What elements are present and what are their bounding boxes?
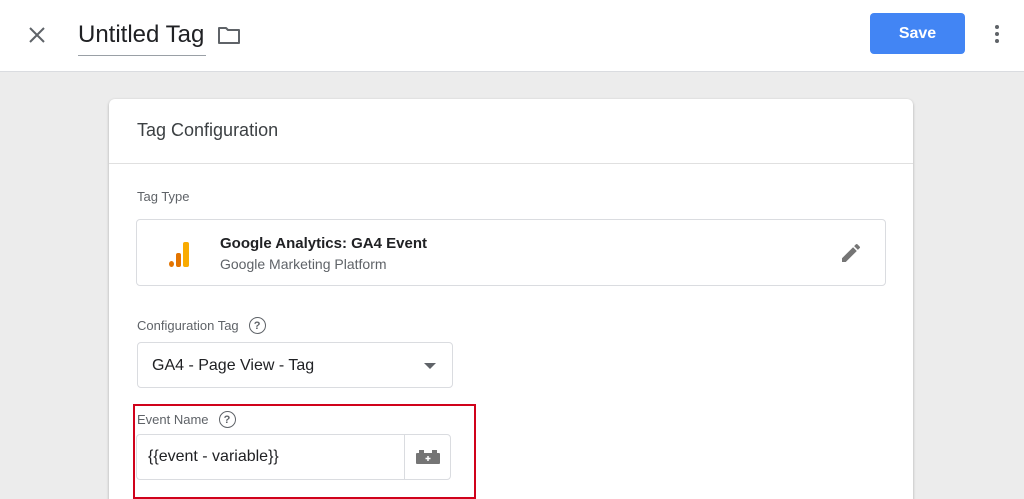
folder-icon bbox=[218, 27, 240, 44]
card-header: Tag Configuration bbox=[109, 99, 913, 164]
save-button[interactable]: Save bbox=[870, 13, 965, 54]
help-icon[interactable]: ? bbox=[248, 317, 266, 334]
more-options-button[interactable] bbox=[986, 20, 1008, 48]
tag-title[interactable]: Untitled Tag bbox=[78, 18, 207, 56]
top-bar: Untitled Tag Save bbox=[0, 0, 1024, 72]
tag-type-name: Google Analytics: GA4 Event bbox=[220, 235, 427, 252]
close-icon bbox=[29, 27, 45, 43]
tag-type-platform: Google Marketing Platform bbox=[220, 256, 387, 272]
close-button[interactable] bbox=[22, 20, 52, 50]
folder-button[interactable] bbox=[217, 24, 243, 48]
google-analytics-icon bbox=[168, 241, 192, 267]
card-title: Tag Configuration bbox=[137, 120, 279, 140]
tag-type-label: Tag Type bbox=[137, 189, 190, 204]
tag-type-selector[interactable]: Google Analytics: GA4 Event Google Marke… bbox=[136, 219, 886, 286]
dropdown-arrow-icon bbox=[424, 363, 436, 369]
configuration-tag-value: GA4 - Page View - Tag bbox=[152, 357, 315, 374]
configuration-tag-label: Configuration Tag ? bbox=[137, 317, 266, 334]
more-vert-icon bbox=[995, 25, 999, 29]
edit-pencil-icon[interactable] bbox=[839, 241, 863, 265]
highlight-box bbox=[133, 404, 476, 499]
configuration-tag-select[interactable]: GA4 - Page View - Tag bbox=[137, 342, 453, 388]
